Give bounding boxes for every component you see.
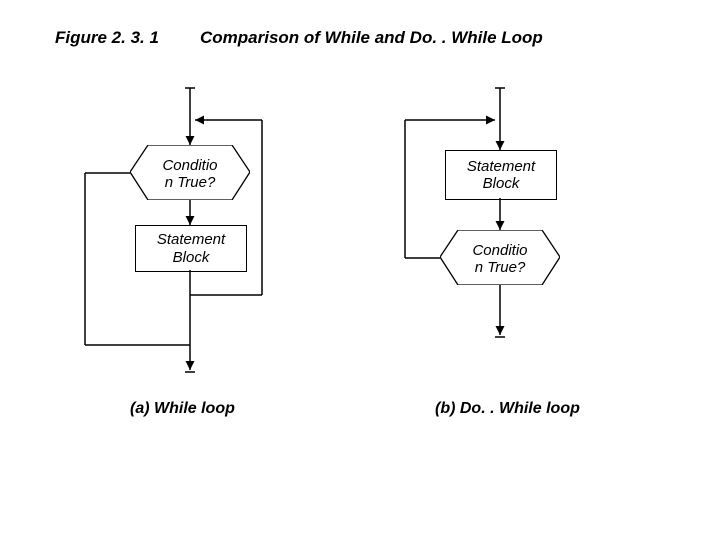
dowhile-block-text: StatementBlock [467,158,535,193]
dowhile-condition-decision: Condition True? [440,230,560,285]
flowlines-dowhile [0,0,720,540]
caption-dowhile: (b) Do. . While loop [435,400,580,418]
dowhile-condition-text: Condition True? [440,230,560,277]
dowhile-statement-block: StatementBlock [445,150,557,200]
figure-page: Figure 2. 3. 1 Comparison of While and D… [0,0,720,540]
caption-while: (a) While loop [130,400,235,418]
